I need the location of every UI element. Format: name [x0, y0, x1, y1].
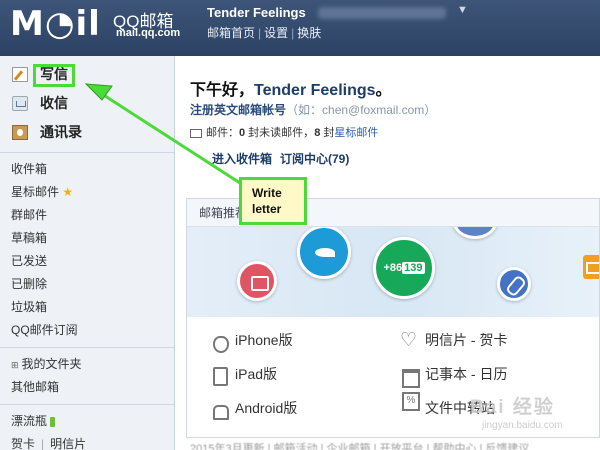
- starred-label: 封: [320, 127, 335, 139]
- mail-envelope-icon[interactable]: [583, 255, 599, 279]
- sidebar-divider: [0, 152, 174, 153]
- sidebar-divider: [0, 347, 174, 348]
- cloud-icon[interactable]: [453, 227, 497, 239]
- settings-link[interactable]: 设置: [264, 26, 288, 40]
- greeting-heading: 下午好，Tender Feelings。: [190, 76, 392, 100]
- mailbox-home-link[interactable]: 邮箱首页: [207, 26, 255, 40]
- expand-icon: ⊞: [11, 360, 19, 370]
- notepad-calendar-label: 记事本 - 日历: [425, 366, 508, 382]
- baidu-watermark: Bai 经验: [470, 397, 555, 418]
- folder-drafts[interactable]: 草稿箱: [0, 227, 174, 250]
- greeting-user-name: Tender Feelings: [254, 82, 376, 99]
- app-download-grid: iPhone版 iPad版 Android版 明信片 - 贺卡 记事本 - 日历…: [187, 317, 599, 437]
- qq-mail-logo[interactable]: M◔il: [10, 4, 101, 44]
- apple-icon: [211, 332, 229, 354]
- other-mailbox-link[interactable]: 其他邮箱: [0, 376, 174, 399]
- footer-links: 2015年3月更新 | 邮箱活动 | 企业邮箱 | 开放平台 | 帮助中心 | …: [190, 443, 530, 450]
- android-app-link[interactable]: Android版: [211, 391, 297, 425]
- pencil-icon: [12, 67, 28, 82]
- alias-example: （如：chen@foxmail.com）: [286, 103, 437, 117]
- watermark-url: jingyan.baidu.com: [482, 420, 563, 431]
- stats-prefix: 邮件：: [206, 127, 239, 139]
- heart-icon: [400, 324, 417, 358]
- account-dropdown-icon[interactable]: ▼: [457, 4, 468, 16]
- folder-subscriptions[interactable]: QQ邮件订阅: [0, 319, 174, 342]
- folder-list: 收件箱 星标邮件 ★ 群邮件 草稿箱 已发送 已删除 垃圾箱 QQ邮件订阅: [0, 158, 174, 342]
- envelope-icon: [190, 128, 202, 138]
- subscription-center-link[interactable]: 订阅中心(79): [280, 152, 349, 166]
- quick-links: 进入收件箱 订阅中心(79): [212, 150, 357, 167]
- register-alias-label: 注册英文邮箱帐号: [190, 103, 287, 117]
- sidebar: 写信 收信 通讯录 收件箱 星标邮件 ★ 群邮件 草稿箱 已发送 已删除 垃圾箱…: [0, 56, 175, 450]
- folder-spam[interactable]: 垃圾箱: [0, 296, 174, 319]
- register-alias-link[interactable]: 注册英文邮箱帐号（如：chen@foxmail.com）: [190, 101, 436, 118]
- drift-bottle-link[interactable]: 漂流瓶: [0, 410, 174, 433]
- file-transfer-icon: [401, 392, 420, 418]
- phone-prefix: 139: [402, 262, 425, 274]
- receive-mail-button[interactable]: 收信: [0, 89, 174, 118]
- folder-group-mail[interactable]: 群邮件: [0, 204, 174, 227]
- postcard-greeting-label: 明信片 - 贺卡: [425, 332, 508, 348]
- greeting-suffix: 。: [375, 82, 392, 99]
- notepad-calendar-link[interactable]: 记事本 - 日历: [401, 357, 507, 391]
- postcard-greeting-link[interactable]: 明信片 - 贺卡: [400, 323, 508, 358]
- notepad-calendar-icon: [401, 366, 420, 389]
- drift-bottle-label: 漂流瓶: [11, 414, 48, 428]
- link-separator: |: [258, 26, 262, 40]
- android-app-label: Android版: [235, 400, 298, 416]
- paperclip-icon[interactable]: [497, 267, 531, 301]
- callout-line-2: letter: [252, 202, 282, 216]
- header-links: 邮箱首页 | 设置 | 换肤: [207, 24, 321, 41]
- folder-deleted[interactable]: 已删除: [0, 273, 174, 296]
- tutorial-callout: Write letter: [239, 177, 307, 225]
- greeting-card-link[interactable]: 贺卡: [11, 437, 35, 450]
- callout-line-1: Write: [252, 186, 282, 200]
- greeting-prefix: 下午好，: [190, 82, 255, 99]
- phone-country-code: +86: [383, 262, 403, 274]
- star-icon: ★: [62, 185, 74, 199]
- postcard-link[interactable]: 明信片: [50, 437, 86, 450]
- recommend-banner[interactable]: +86 139: [187, 227, 599, 317]
- logo-domain: mail.qq.com: [116, 27, 181, 39]
- folder-inbox[interactable]: 收件箱: [0, 158, 174, 181]
- iphone-app-label: iPhone版: [235, 332, 293, 348]
- my-folders-label: 我的文件夹: [21, 357, 82, 371]
- user-email-redacted: [318, 7, 446, 19]
- cards-links: 贺卡 | 明信片: [0, 433, 174, 450]
- user-name[interactable]: Tender Feelings: [207, 5, 306, 20]
- change-skin-link[interactable]: 换肤: [297, 26, 321, 40]
- sidebar-main-actions: 写信 收信 通讯录: [0, 56, 174, 147]
- enter-inbox-link[interactable]: 进入收件箱: [212, 152, 272, 166]
- contacts-button[interactable]: 通讯录: [0, 118, 174, 147]
- main-content: 下午好，Tender Feelings。 注册英文邮箱帐号（如：chen@fox…: [176, 56, 600, 450]
- folder-sent[interactable]: 已发送: [0, 250, 174, 273]
- android-icon: [211, 400, 229, 421]
- unread-label: 封未读邮件，: [245, 127, 315, 139]
- my-folders-toggle[interactable]: ⊞ 我的文件夹: [0, 353, 174, 376]
- inbox-tray-icon: [12, 96, 28, 111]
- ipad-app-label: iPad版: [235, 366, 278, 382]
- folder-starred[interactable]: 星标邮件 ★: [0, 181, 174, 204]
- mail-stats: 邮件：0 封未读邮件，8 封星标邮件: [190, 124, 378, 140]
- receive-mail-label: 收信: [40, 95, 68, 111]
- link-separator: |: [41, 437, 45, 450]
- folder-starred-label: 星标邮件: [11, 185, 60, 199]
- bird-icon[interactable]: [297, 227, 351, 279]
- ipad-app-link[interactable]: iPad版: [211, 357, 277, 391]
- address-book-icon: [12, 125, 28, 140]
- tablet-icon: [211, 366, 228, 387]
- write-mail-label: 写信: [40, 66, 68, 82]
- calendar-icon[interactable]: [237, 261, 277, 301]
- bottle-icon: [50, 416, 56, 427]
- phone-number-icon[interactable]: +86 139: [373, 237, 435, 299]
- write-mail-button[interactable]: 写信: [0, 60, 174, 89]
- starred-mail-link[interactable]: 星标邮件: [334, 127, 378, 139]
- top-header: M◔il QQ邮箱 mail.qq.com Tender Feelings ▼ …: [0, 0, 600, 56]
- link-separator: |: [291, 26, 295, 40]
- contacts-label: 通讯录: [40, 124, 82, 140]
- iphone-app-link[interactable]: iPhone版: [211, 323, 293, 357]
- sidebar-divider: [0, 404, 174, 405]
